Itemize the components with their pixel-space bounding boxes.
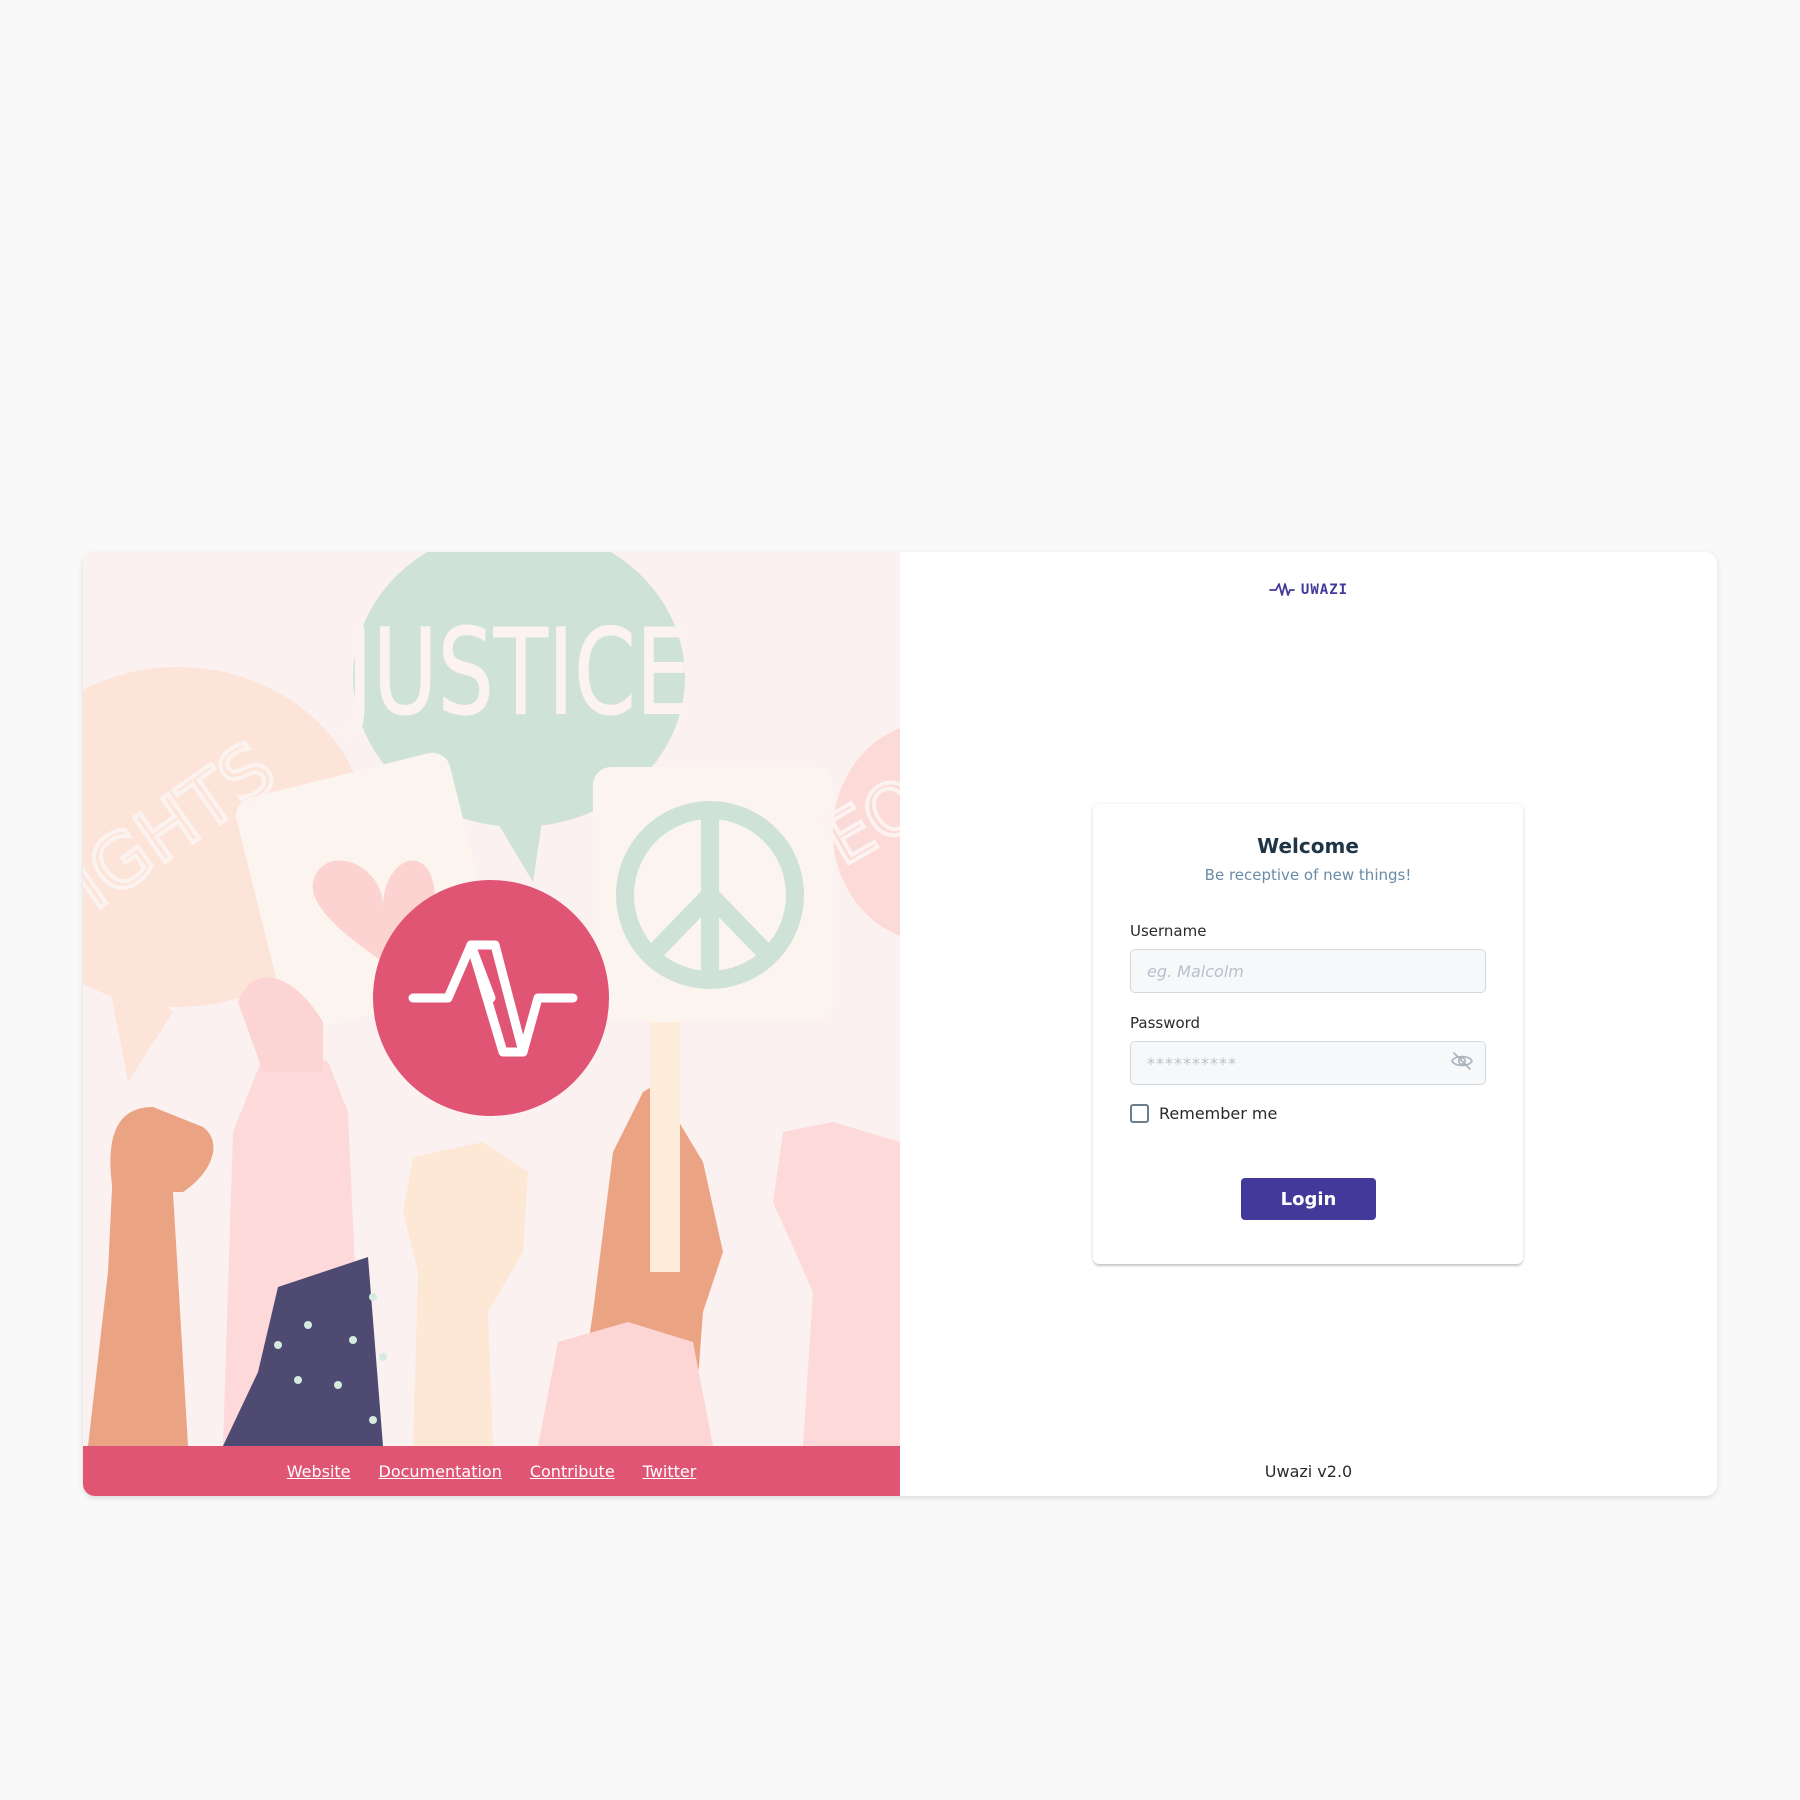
welcome-title: Welcome <box>1257 834 1359 858</box>
remember-me-row[interactable]: Remember me <box>1130 1104 1277 1123</box>
username-input[interactable] <box>1130 949 1486 993</box>
password-input[interactable] <box>1130 1041 1486 1085</box>
uwazi-pulse-icon <box>1269 583 1295 596</box>
footer-links: Website Documentation Contribute Twitter <box>83 1446 900 1496</box>
footer-link-website[interactable]: Website <box>287 1462 351 1481</box>
brand-name: UWAZI <box>1300 582 1349 598</box>
login-panel: UWAZI Welcome Be receptive of new things… <box>900 552 1717 1496</box>
password-visibility-toggle[interactable] <box>1448 1047 1476 1075</box>
version-label: Uwazi v2.0 <box>1264 1462 1353 1481</box>
brand-logo: UWAZI <box>900 582 1717 598</box>
login-button[interactable]: Login <box>1241 1178 1376 1220</box>
illustration-panel: JUSTICE IGHTS EQ Website Documentation C… <box>83 552 900 1496</box>
password-label: Password <box>1130 1014 1201 1032</box>
footer-link-contribute[interactable]: Contribute <box>530 1462 615 1481</box>
welcome-tagline: Be receptive of new things! <box>1204 866 1412 884</box>
username-label: Username <box>1130 922 1207 940</box>
eye-slash-icon <box>1451 1052 1473 1070</box>
remember-me-label: Remember me <box>1159 1104 1278 1123</box>
footer-link-documentation[interactable]: Documentation <box>379 1462 502 1481</box>
remember-me-checkbox[interactable] <box>1130 1104 1149 1123</box>
login-card: JUSTICE IGHTS EQ Website Documentation C… <box>83 552 1717 1496</box>
bubble-justice-text: JUSTICE <box>342 604 692 742</box>
login-form: Welcome Be receptive of new things! User… <box>1093 804 1523 1264</box>
protest-illustration: JUSTICE IGHTS EQ <box>83 552 900 1446</box>
footer-link-twitter[interactable]: Twitter <box>643 1462 697 1481</box>
